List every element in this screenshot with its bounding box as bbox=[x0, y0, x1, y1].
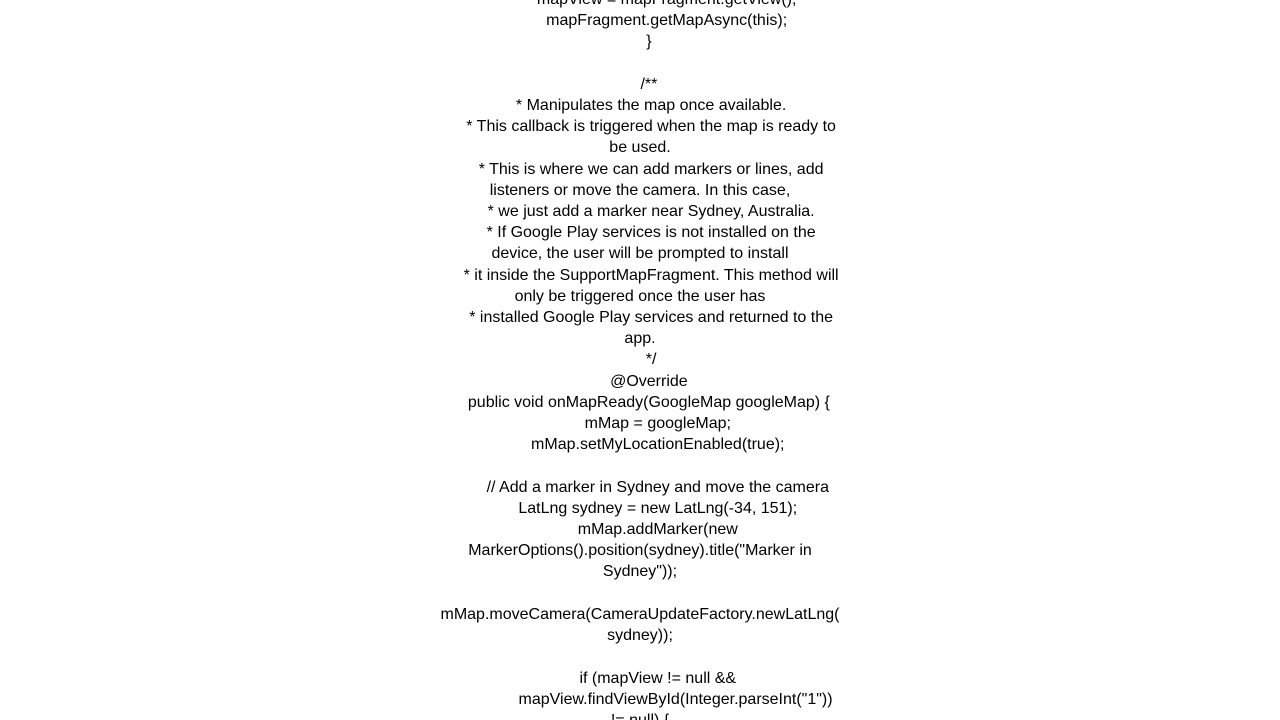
code-text-block: mapView = mapFragment.getView(); mapFrag… bbox=[440, 0, 840, 720]
page-canvas: mapView = mapFragment.getView(); mapFrag… bbox=[0, 0, 1280, 720]
